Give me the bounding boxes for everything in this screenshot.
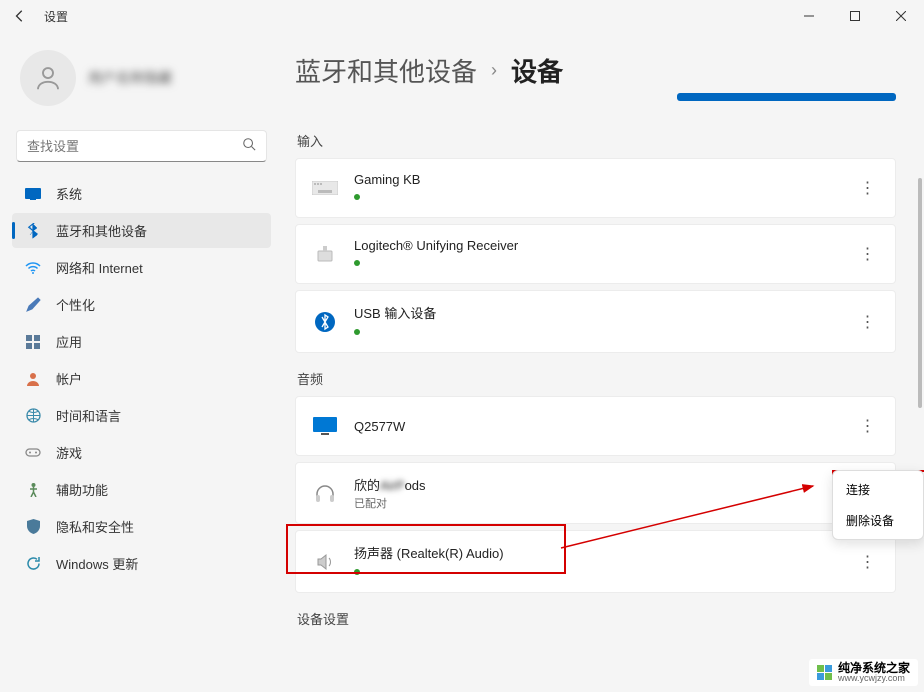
more-button[interactable]: ⋮ (853, 412, 881, 440)
window-title: 设置 (44, 8, 68, 25)
search-box[interactable] (16, 130, 267, 162)
back-button[interactable] (8, 4, 32, 28)
nav-bluetooth[interactable]: 蓝牙和其他设备 (12, 213, 271, 248)
nav-accessibility[interactable]: 辅助功能 (12, 472, 271, 507)
speaker-icon (310, 550, 340, 574)
partial-button[interactable] (677, 93, 896, 101)
status-dot (354, 194, 360, 200)
keyboard-icon (310, 176, 340, 200)
accessibility-icon (24, 481, 42, 499)
main-content: 蓝牙和其他设备 › 设备 输入 Gaming KB ⋮ Logitech® Un… (283, 32, 924, 692)
nav-accounts[interactable]: 帐户 (12, 361, 271, 396)
device-card-usb[interactable]: USB 输入设备 ⋮ (295, 290, 896, 353)
close-button[interactable] (878, 0, 924, 32)
section-device-settings-label: 设备设置 (297, 609, 896, 628)
device-card-speaker[interactable]: 扬声器 (Realtek(R) Audio) ⋮ (295, 530, 896, 593)
status-dot (354, 329, 360, 335)
person-icon (24, 370, 42, 388)
titlebar: 设置 (0, 0, 924, 32)
watermark-logo (817, 665, 832, 680)
watermark: 纯净系统之家www.ycwjzy.com (809, 659, 918, 686)
shield-icon (24, 518, 42, 536)
minimize-button[interactable] (786, 0, 832, 32)
menu-remove[interactable]: 删除设备 (836, 505, 920, 536)
system-icon (24, 185, 42, 203)
device-card-gaming-kb[interactable]: Gaming KB ⋮ (295, 158, 896, 218)
monitor-icon (310, 414, 340, 438)
bluetooth-icon (24, 222, 42, 240)
section-input-label: 输入 (297, 131, 896, 150)
device-card-headphones[interactable]: 欣的AirPods 已配对 ⋮ (295, 462, 896, 524)
breadcrumb-parent[interactable]: 蓝牙和其他设备 (295, 52, 477, 89)
more-button[interactable]: ⋮ (853, 174, 881, 202)
device-title: 欣的AirPods (354, 475, 853, 494)
avatar (20, 50, 76, 106)
nav-update[interactable]: Windows 更新 (12, 546, 271, 581)
gamepad-icon (24, 444, 42, 462)
nav-system[interactable]: 系统 (12, 176, 271, 211)
nav-time[interactable]: 时间和语言 (12, 398, 271, 433)
status-dot (354, 260, 360, 266)
more-button[interactable]: ⋮ (853, 240, 881, 268)
device-card-logitech[interactable]: Logitech® Unifying Receiver ⋮ (295, 224, 896, 284)
nav-gaming[interactable]: 游戏 (12, 435, 271, 470)
maximize-button[interactable] (832, 0, 878, 32)
update-icon (24, 555, 42, 573)
brush-icon (24, 296, 42, 314)
bluetooth-circle-icon (310, 310, 340, 334)
receiver-icon (310, 242, 340, 266)
globe-icon (24, 407, 42, 425)
apps-icon (24, 333, 42, 351)
nav-list: 系统 蓝牙和其他设备 网络和 Internet 个性化 应用 帐户 时间和语言 … (12, 176, 271, 581)
profile-section[interactable]: 用户名称隐藏 (12, 42, 271, 122)
profile-name: 用户名称隐藏 (88, 68, 172, 88)
breadcrumb-current: 设备 (511, 52, 563, 89)
nav-apps[interactable]: 应用 (12, 324, 271, 359)
chevron-right-icon: › (491, 60, 497, 81)
context-menu: 连接 删除设备 (832, 470, 924, 540)
status-dot (354, 569, 360, 575)
headphones-icon (310, 481, 340, 505)
sidebar: 用户名称隐藏 系统 蓝牙和其他设备 网络和 Internet 个性化 应用 帐户… (0, 32, 283, 692)
scrollbar[interactable] (916, 68, 922, 682)
menu-connect[interactable]: 连接 (836, 474, 920, 505)
nav-personalize[interactable]: 个性化 (12, 287, 271, 322)
search-input[interactable] (27, 139, 242, 154)
scrollbar-thumb[interactable] (918, 178, 922, 408)
nav-privacy[interactable]: 隐私和安全性 (12, 509, 271, 544)
breadcrumb: 蓝牙和其他设备 › 设备 (295, 52, 896, 89)
search-icon (242, 137, 256, 156)
more-button[interactable]: ⋮ (853, 548, 881, 576)
wifi-icon (24, 259, 42, 277)
section-audio-label: 音频 (297, 369, 896, 388)
more-button[interactable]: ⋮ (853, 308, 881, 336)
device-card-monitor[interactable]: Q2577W ⋮ (295, 396, 896, 456)
nav-network[interactable]: 网络和 Internet (12, 250, 271, 285)
